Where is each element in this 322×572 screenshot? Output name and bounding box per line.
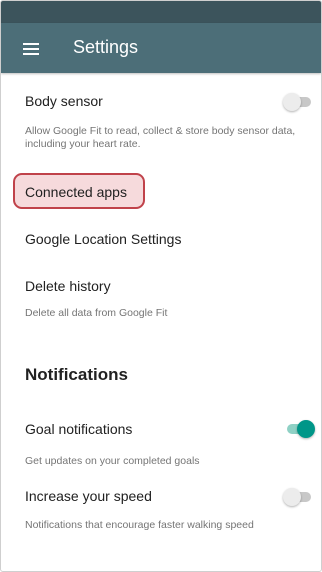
notifications-section-header: Notifications bbox=[25, 365, 128, 384]
increase-speed-title[interactable]: Increase your speed bbox=[25, 488, 152, 504]
phone-screen: Settings Body sensor Allow Google Fit to… bbox=[0, 0, 322, 572]
connected-apps-item[interactable]: Connected apps bbox=[25, 184, 127, 200]
app-bar: Settings bbox=[1, 23, 321, 73]
google-location-settings-item[interactable]: Google Location Settings bbox=[25, 231, 181, 247]
goal-notifications-title[interactable]: Goal notifications bbox=[25, 421, 132, 437]
body-sensor-title[interactable]: Body sensor bbox=[25, 93, 103, 109]
increase-speed-toggle[interactable] bbox=[283, 488, 313, 506]
body-sensor-description: Allow Google Fit to read, collect & stor… bbox=[25, 125, 296, 150]
status-bar bbox=[1, 1, 321, 23]
delete-history-title[interactable]: Delete history bbox=[25, 278, 111, 294]
page-title: Settings bbox=[73, 37, 139, 57]
goal-notifications-toggle[interactable] bbox=[285, 420, 315, 438]
delete-history-description: Delete all data from Google Fit bbox=[25, 307, 168, 319]
increase-speed-description: Notifications that encourage faster walk… bbox=[25, 519, 254, 531]
goal-notifications-description: Get updates on your completed goals bbox=[25, 455, 200, 467]
menu-icon[interactable] bbox=[23, 43, 39, 55]
body-sensor-toggle[interactable] bbox=[283, 93, 313, 111]
